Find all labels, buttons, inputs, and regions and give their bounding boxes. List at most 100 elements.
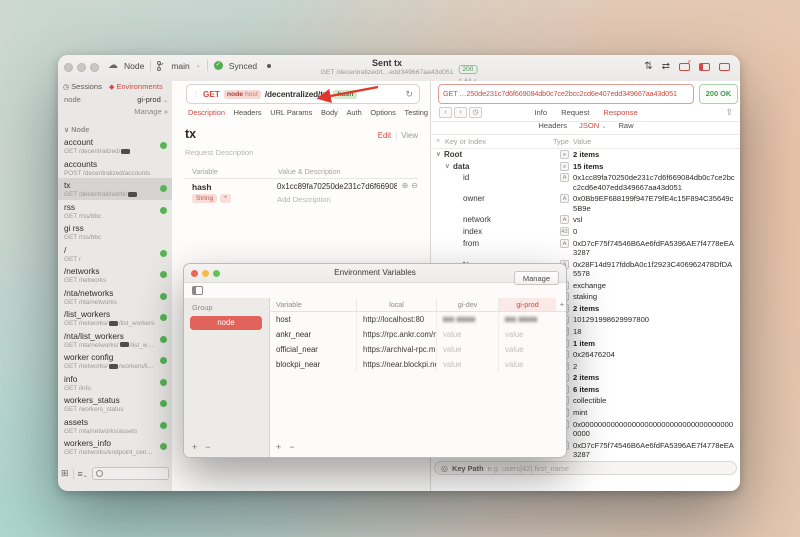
manage-environments-link[interactable]: Manage »	[134, 107, 168, 116]
gi-prod-column-header[interactable]: gi-prod	[498, 298, 556, 311]
tab-auth[interactable]: Auth	[346, 108, 361, 117]
popout-icon[interactable]	[679, 63, 690, 71]
branch-selector[interactable]: main	[171, 61, 189, 71]
required-badge[interactable]: *	[220, 194, 231, 203]
sidebar-item-worker-config[interactable]: worker configGET /networks//workers/li…	[58, 350, 172, 372]
group-node-pill[interactable]: node	[190, 316, 262, 330]
requests-list-icon[interactable]: ⇅	[644, 62, 652, 72]
tab-description[interactable]: Description	[188, 108, 225, 117]
tree-row[interactable]: ownerA0x0Bb9EF688199f947E79fE4c15F894C35…	[431, 193, 739, 214]
env-var-row[interactable]: host http://localhost:80	[269, 312, 566, 327]
keypath-input[interactable]: ◎ Key Path e.g. users[42].first_name	[434, 461, 737, 475]
tab-options[interactable]: Options	[370, 108, 395, 117]
tab-response[interactable]: Response	[603, 108, 637, 117]
tab-url-params[interactable]: URL Params	[270, 108, 312, 117]
tab-body[interactable]: Body	[321, 108, 338, 117]
filter-icon[interactable]: ≡⌄	[78, 469, 88, 479]
tree-row[interactable]: index420	[431, 226, 739, 238]
window-titlebar[interactable]: ☁ Node main ⌄ ✓ Synced Sent tx GET /dece…	[58, 55, 740, 82]
variable-name[interactable]: hash	[192, 182, 212, 192]
env-var-row[interactable]: official_near https://archival-rpc.m… va…	[269, 342, 566, 357]
env-selector[interactable]: gi-prod ⌄	[137, 95, 168, 104]
view-link[interactable]: View	[401, 131, 418, 140]
sidebar-item-list-workers[interactable]: /list_workersGET /networks//list_workers	[58, 307, 172, 329]
sidebar-section-header[interactable]: ∨ Node	[64, 125, 89, 134]
env-var-row[interactable]: ankr_near https://rpc.ankr.com/n… value …	[269, 327, 566, 342]
response-request-line[interactable]: GET …250de231c7d6f669084db0c7ce2bcc2cd6e…	[438, 84, 694, 104]
sidebar-item-networks[interactable]: /networksGET /networks	[58, 264, 172, 286]
insert-variable-icon[interactable]: ⊕	[402, 181, 409, 190]
sidebar-item-workers-status[interactable]: workers_statusGET /workers_status	[58, 393, 172, 415]
env-var-local[interactable]: https://near.blockpi.ne…	[356, 357, 436, 372]
refresh-icon[interactable]: ↻	[405, 89, 413, 100]
method-label[interactable]: GET	[203, 90, 220, 99]
env-var-name[interactable]: blockpi_near	[269, 360, 356, 369]
sidebar-item-nta-list-workers[interactable]: /nta/list_workersGET /nta/networks//list…	[58, 329, 172, 351]
remove-variable-button[interactable]: −	[289, 442, 294, 452]
tab-headers[interactable]: Headers	[234, 108, 262, 117]
collapse-all-icon[interactable]: ×	[436, 136, 440, 145]
remove-row-icon[interactable]: ⊖	[411, 181, 418, 190]
sidebar-item-account[interactable]: accountGET /decentralized/	[58, 135, 172, 157]
type-badge[interactable]: String	[192, 194, 217, 203]
env-var-local[interactable]: https://archival-rpc.m…	[356, 342, 436, 357]
tab-info[interactable]: Info	[534, 108, 547, 117]
env-var-gi-prod[interactable]: value	[498, 342, 556, 357]
sidebar-item-info[interactable]: infoGET /info	[58, 372, 172, 394]
remove-group-button[interactable]: −	[205, 442, 210, 452]
env-var-row[interactable]: blockpi_near https://near.blockpi.ne… va…	[269, 357, 566, 372]
tab-testing[interactable]: Testing	[405, 108, 428, 117]
env-var-gi-prod[interactable]: value	[498, 357, 556, 372]
tab-sessions[interactable]: ◷Sessions	[63, 82, 102, 91]
manage-environments-button[interactable]: Manage	[514, 271, 559, 285]
add-description-placeholder[interactable]: Add Description	[277, 195, 331, 204]
sidebar-item-workers-info[interactable]: workers_infoGET /networks/endpoint_cen…	[58, 436, 172, 458]
add-environment-icon[interactable]: +	[556, 300, 568, 309]
url-variable-token[interactable]: node host	[224, 90, 261, 99]
request-description-placeholder[interactable]: Request Description	[185, 148, 253, 157]
sidebar-item-gi-rss[interactable]: gi rssGET /rss/bbc	[58, 221, 172, 243]
add-variable-button[interactable]: +	[276, 442, 281, 452]
project-name[interactable]: Node	[124, 61, 144, 71]
env-var-gi-prod[interactable]: value	[498, 327, 556, 342]
env-var-gi-dev[interactable]: value	[436, 327, 498, 342]
tab-environments[interactable]: ◆Environments	[109, 82, 163, 91]
close-button[interactable]	[64, 63, 73, 72]
sidebar-item-accounts[interactable]: accountsPOST /decentralized/accounts	[58, 157, 172, 179]
subtab-json[interactable]: JSON ⌄	[579, 121, 606, 134]
env-var-local[interactable]: https://rpc.ankr.com/n…	[356, 327, 436, 342]
add-group-button[interactable]: +	[192, 442, 197, 452]
env-var-gi-prod[interactable]	[498, 312, 556, 327]
env-var-name[interactable]: official_near	[269, 345, 356, 354]
sidebar-item-nta-networks[interactable]: /nta/networksGET /nta/networks	[58, 286, 172, 308]
env-var-name[interactable]: ankr_near	[269, 330, 356, 339]
sync-arrows-icon[interactable]: ⇄	[662, 62, 670, 72]
add-request-icon[interactable]: ⊞	[61, 468, 69, 479]
env-var-gi-dev[interactable]	[436, 312, 498, 327]
sync-status[interactable]: Synced	[229, 61, 257, 71]
tree-row[interactable]: ∨data≡15 items	[431, 161, 739, 173]
subtab-raw[interactable]: Raw	[618, 121, 633, 134]
variable-value[interactable]: 0x1cc89fa70250de231c7d6f669084d…	[277, 182, 397, 191]
search-input[interactable]	[92, 467, 169, 480]
minimize-button[interactable]	[77, 63, 86, 72]
sidebar-item-tx[interactable]: txGET /decentralized/tx/	[58, 178, 172, 200]
sidebar-item-assets[interactable]: assetsGET /nta/networks/assets	[58, 415, 172, 437]
share-icon[interactable]: ⇧	[725, 107, 733, 118]
gi-dev-column-header[interactable]: gi-dev	[436, 298, 498, 311]
tree-row[interactable]: ∨Root≡2 items	[431, 149, 739, 161]
zoom-button[interactable]	[90, 63, 99, 72]
layout-split-icon[interactable]	[699, 63, 710, 71]
tab-request[interactable]: Request	[561, 108, 589, 117]
subtab-headers[interactable]: Headers	[538, 121, 567, 134]
modal-titlebar[interactable]: Environment Variables	[184, 264, 566, 283]
local-column-header[interactable]: local	[356, 298, 436, 311]
sidebar-item-rss[interactable]: rssGET /rss/bbc	[58, 200, 172, 222]
sidebar-toggle-icon[interactable]	[192, 286, 203, 295]
edit-link[interactable]: Edit	[378, 131, 391, 140]
tree-row[interactable]: fromA0xD7cF75f74546B6Ae6fdFA5396AE7f4778…	[431, 238, 739, 259]
env-var-gi-dev[interactable]: value	[436, 342, 498, 357]
tree-row[interactable]: networkAvsl	[431, 214, 739, 226]
layout-window-icon[interactable]	[719, 63, 730, 71]
env-var-name[interactable]: host	[269, 315, 356, 324]
